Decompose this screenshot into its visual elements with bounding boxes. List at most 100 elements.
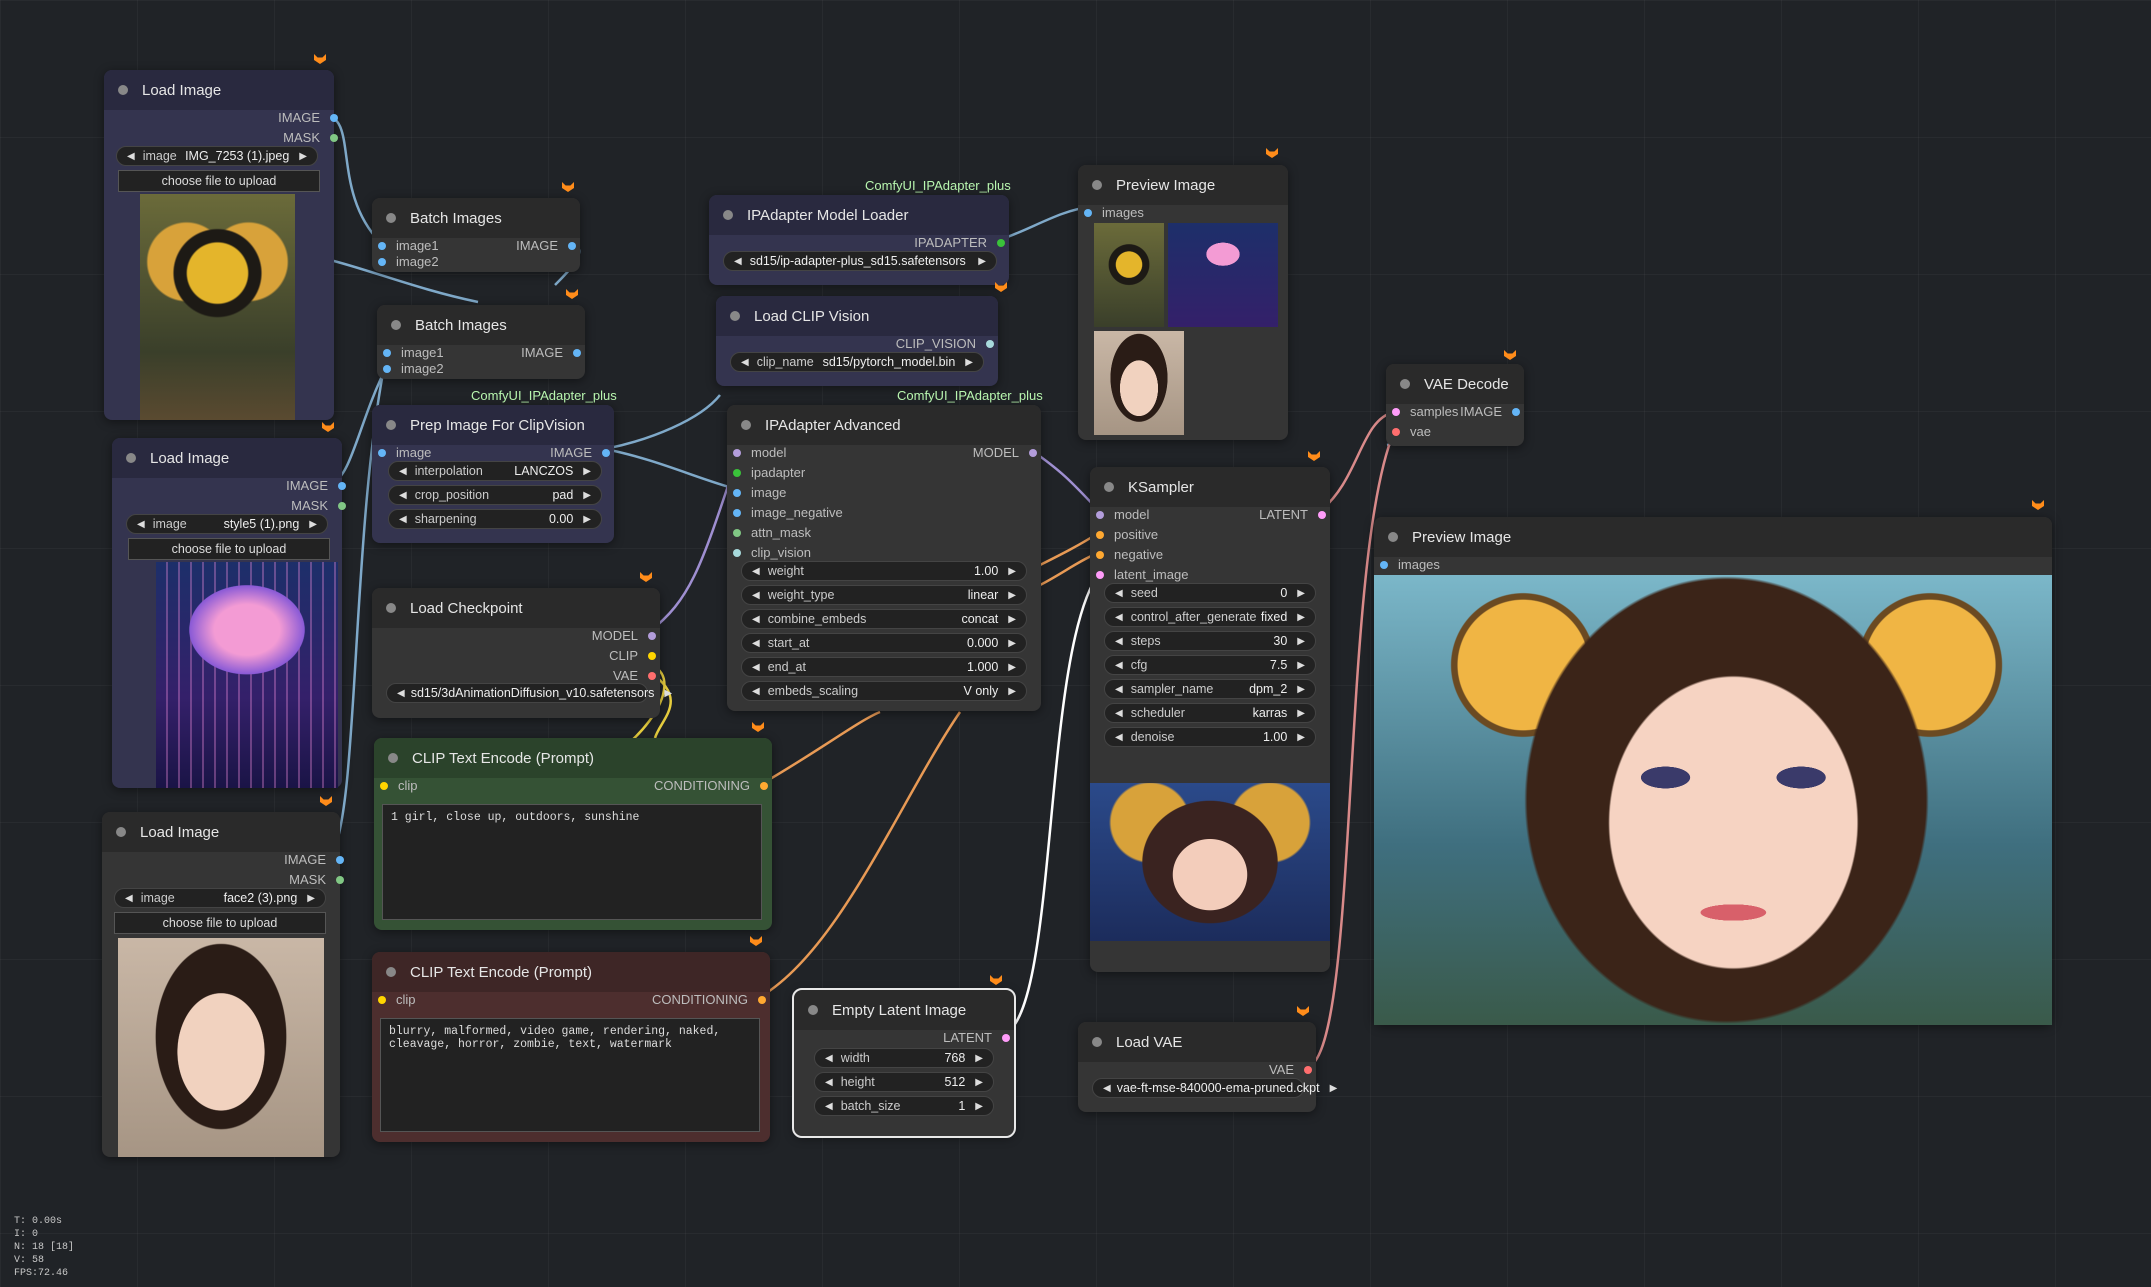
clip-text-encode-positive[interactable]: CLIP Text Encode (Prompt) clip CONDITION… [374, 738, 772, 930]
output-clip[interactable]: CLIP [609, 648, 656, 663]
input-clip[interactable]: clip [378, 992, 416, 1007]
output-model[interactable]: MODEL [973, 445, 1037, 460]
image-combo[interactable]: ◀ image IMG_7253 (1).jpeg ▶ [116, 146, 318, 166]
input-clip[interactable]: clip [380, 778, 418, 793]
batch-images-node-1[interactable]: Batch Images image1 image2 IMAGE [372, 198, 580, 272]
collapse-dot[interactable] [386, 420, 396, 430]
preview-image-node-1[interactable]: Preview Image images [1078, 165, 1288, 440]
output-preview-image[interactable] [1374, 575, 2052, 1025]
output-image[interactable]: IMAGE [226, 478, 346, 493]
preview-thumbnail-jellyfish[interactable] [1168, 223, 1278, 327]
collapse-dot[interactable] [1092, 180, 1102, 190]
upload-button[interactable]: choose file to upload [114, 912, 326, 934]
combine-embeds-widget[interactable]: ◀ combine_embeds concat ▶ [741, 609, 1027, 629]
empty-latent-image-node[interactable]: Empty Latent Image LATENT ◀ width 768 ▶ ◀ he… [792, 988, 1016, 1138]
batch-size-widget[interactable]: ◀ batch_size 1 ▶ [814, 1096, 994, 1116]
ipadapter-model-loader-node[interactable]: IPAdapter Model Loader IPADAPTER ◀ sd15/i… [709, 195, 1009, 285]
input-images[interactable]: images [1380, 557, 1440, 572]
output-image[interactable]: IMAGE [550, 445, 610, 460]
control-after-generate-widget[interactable]: ◀ control_after_generate fixed ▶ [1104, 607, 1316, 627]
input-samples[interactable]: samples [1392, 404, 1458, 419]
ckpt-name-combo[interactable]: ◀ sd15/3dAnimationDiffusion_v10.safetenso… [386, 683, 672, 703]
width-widget[interactable]: ◀ width 768 ▶ [814, 1048, 994, 1068]
vae-name-combo[interactable]: ◀ vae-ft-mse-840000-ema-pruned.ckpt ▶ [1092, 1078, 1337, 1098]
node-header[interactable]: VAE Decode [1386, 364, 1524, 404]
seed-widget[interactable]: ◀ seed 0 ▶ [1104, 583, 1316, 603]
output-mask[interactable]: MASK [226, 498, 346, 513]
clip-text-encode-negative[interactable]: CLIP Text Encode (Prompt) clip CONDITION… [372, 952, 770, 1142]
prompt-textarea[interactable]: blurry, malformed, video game, rendering… [380, 1018, 760, 1132]
node-header[interactable]: Load Checkpoint [372, 588, 660, 628]
collapse-dot[interactable] [808, 1005, 818, 1015]
input-image-negative[interactable]: image_negative [733, 505, 843, 520]
load-image-node-3[interactable]: Load Image IMAGE MASK ◀ image face2 (3).pn… [102, 812, 344, 1157]
preview-image-node-2[interactable]: Preview Image images [1374, 517, 2052, 1025]
denoise-widget[interactable]: ◀ denoise 1.00 ▶ [1104, 727, 1316, 747]
input-image2[interactable]: image2 [378, 254, 439, 269]
ipadapter-file-combo[interactable]: ◀ sd15/ip-adapter-plus_sd15.safetensors ▶ [723, 251, 997, 271]
scheduler-widget[interactable]: ◀ scheduler karras ▶ [1104, 703, 1316, 723]
output-latent[interactable]: LATENT [1259, 507, 1326, 522]
output-ipadapter[interactable]: IPADAPTER [914, 235, 1005, 250]
output-image[interactable]: IMAGE [516, 238, 576, 253]
collapse-dot[interactable] [1092, 1037, 1102, 1047]
collapse-dot[interactable] [386, 603, 396, 613]
interpolation-widget[interactable]: ◀ interpolation LANCZOS ▶ [388, 461, 602, 481]
upload-button[interactable]: choose file to upload [118, 170, 320, 192]
output-vae[interactable]: VAE [613, 668, 656, 683]
input-image1[interactable]: image1 [378, 238, 439, 253]
input-image[interactable]: image [733, 485, 786, 500]
node-header[interactable]: Load Image [112, 438, 342, 478]
node-header[interactable]: Prep Image For ClipVision [372, 405, 614, 445]
output-image[interactable]: IMAGE [224, 852, 344, 867]
upload-button[interactable]: choose file to upload [128, 538, 330, 560]
collapse-dot[interactable] [1400, 379, 1410, 389]
ksampler-node[interactable]: KSampler model positive negative latent_… [1090, 467, 1330, 972]
preview-thumbnail-face[interactable] [1094, 331, 1184, 435]
batch-images-node-2[interactable]: Batch Images image1 image2 IMAGE [377, 305, 585, 379]
load-image-node-2[interactable]: Load Image IMAGE MASK ◀ image style5 (1).p… [112, 438, 346, 788]
node-header[interactable]: CLIP Text Encode (Prompt) [374, 738, 772, 778]
input-clip-vision[interactable]: clip_vision [733, 545, 811, 560]
end-at-widget[interactable]: ◀ end_at 1.000 ▶ [741, 657, 1027, 677]
load-checkpoint-node[interactable]: Load Checkpoint MODEL CLIP VAE ◀ sd15/3dA… [372, 588, 672, 718]
node-header[interactable]: IPAdapter Advanced [727, 405, 1041, 445]
node-header[interactable]: Load CLIP Vision [716, 296, 998, 336]
input-model[interactable]: model [1096, 507, 1149, 522]
node-header[interactable]: Preview Image [1374, 517, 2052, 557]
node-header[interactable]: Batch Images [372, 198, 580, 238]
collapse-dot[interactable] [118, 85, 128, 95]
collapse-dot[interactable] [730, 311, 740, 321]
input-ipadapter[interactable]: ipadapter [733, 465, 805, 480]
output-clip-vision[interactable]: CLIP_VISION [896, 336, 994, 351]
height-widget[interactable]: ◀ height 512 ▶ [814, 1072, 994, 1092]
node-header[interactable]: IPAdapter Model Loader [709, 195, 1009, 235]
output-mask[interactable]: MASK [224, 872, 344, 887]
weight-widget[interactable]: ◀ weight 1.00 ▶ [741, 561, 1027, 581]
node-header[interactable]: Preview Image [1078, 165, 1288, 205]
input-images[interactable]: images [1084, 205, 1144, 220]
clip-name-combo[interactable]: ◀ clip_name sd15/pytorch_model.bin ▶ [730, 352, 984, 372]
collapse-dot[interactable] [116, 827, 126, 837]
collapse-dot[interactable] [386, 213, 396, 223]
steps-widget[interactable]: ◀ steps 30 ▶ [1104, 631, 1316, 651]
embeds-scaling-widget[interactable]: ◀ embeds_scaling V only ▶ [741, 681, 1027, 701]
prompt-textarea[interactable]: 1 girl, close up, outdoors, sunshine [382, 804, 762, 920]
collapse-dot[interactable] [1104, 482, 1114, 492]
weight-type-widget[interactable]: ◀ weight_type linear ▶ [741, 585, 1027, 605]
collapse-dot[interactable] [723, 210, 733, 220]
prep-image-node[interactable]: Prep Image For ClipVision image IMAGE ◀ i… [372, 405, 614, 543]
output-image[interactable]: IMAGE [521, 345, 581, 360]
input-model[interactable]: model [733, 445, 786, 460]
input-image2[interactable]: image2 [383, 361, 444, 376]
ipadapter-advanced-node[interactable]: IPAdapter Advanced model ipadapter image… [727, 405, 1041, 711]
node-header[interactable]: Load Image [104, 70, 334, 110]
output-conditioning[interactable]: CONDITIONING [652, 992, 766, 1007]
input-latent-image[interactable]: latent_image [1096, 567, 1188, 582]
input-attn-mask[interactable]: attn_mask [733, 525, 811, 540]
input-positive[interactable]: positive [1096, 527, 1158, 542]
output-mask[interactable]: MASK [218, 130, 338, 145]
node-header[interactable]: Batch Images [377, 305, 585, 345]
node-header[interactable]: CLIP Text Encode (Prompt) [372, 952, 770, 992]
image-combo[interactable]: ◀ image style5 (1).png ▶ [126, 514, 328, 534]
